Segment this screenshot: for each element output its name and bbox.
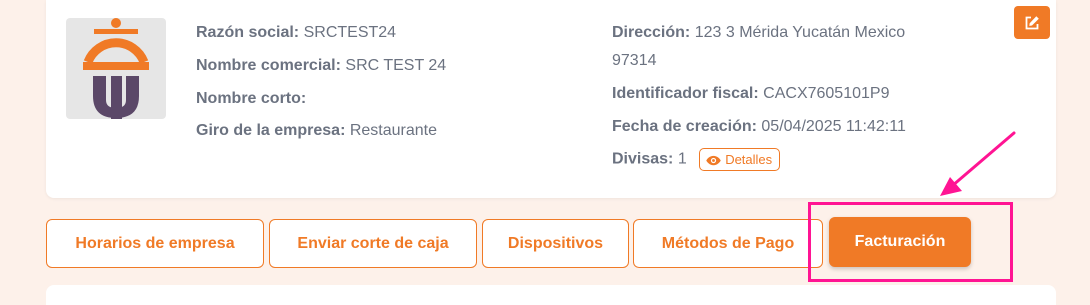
eye-icon: [706, 155, 721, 166]
giro-row: Giro de la empresa: Restaurante: [196, 120, 437, 142]
identificador-fiscal-label: Identificador fiscal:: [612, 85, 759, 102]
giro-label: Giro de la empresa:: [196, 122, 346, 139]
giro-value: Restaurante: [349, 122, 438, 139]
nombre-corto-row: Nombre corto:: [196, 88, 306, 110]
divisas-row: Divisas: 1 Detalles: [612, 148, 781, 171]
razon-social-label: Razón social:: [196, 24, 300, 41]
identificador-fiscal-value: CACX7605101P9: [763, 85, 890, 102]
divisas-label: Divisas:: [612, 150, 674, 168]
divisas-value: 1: [677, 150, 687, 168]
tab-metodos-pago[interactable]: Métodos de Pago: [633, 219, 823, 268]
direccion-row: Dirección: 123 3 Mérida Yucatán Mexico: [612, 22, 905, 44]
nombre-comercial-row: Nombre comercial: SRC TEST 24: [196, 55, 446, 77]
tab-horarios-empresa[interactable]: Horarios de empresa: [46, 219, 264, 268]
company-info-card: Razón social: SRCTEST24 Nombre comercial…: [46, 0, 1056, 198]
fecha-creacion-value: 05/04/2025 11:42:11: [761, 118, 906, 135]
direccion-value: 123 3 Mérida Yucatán Mexico: [694, 24, 906, 41]
edit-button[interactable]: [1014, 6, 1050, 39]
direccion-value-line2: 97314: [612, 52, 657, 69]
annotation-highlight-box: [808, 202, 1013, 282]
fecha-creacion-label: Fecha de creación:: [612, 118, 757, 135]
direccion-label: Dirección:: [612, 24, 691, 41]
razon-social-value: SRCTEST24: [303, 24, 397, 41]
direccion-line2: 97314: [612, 50, 657, 72]
fecha-creacion-row: Fecha de creación: 05/04/2025 11:42:11: [612, 116, 906, 138]
annotation-arrow: [940, 131, 1016, 196]
razon-social-row: Razón social: SRCTEST24: [196, 22, 396, 44]
content-card: [46, 285, 1056, 305]
detalles-label: Detalles: [725, 152, 773, 167]
tab-enviar-corte-caja[interactable]: Enviar corte de caja: [269, 219, 477, 268]
nombre-comercial-value: SRC TEST 24: [345, 57, 447, 74]
nombre-corto-label: Nombre corto:: [196, 90, 307, 107]
identificador-fiscal-row: Identificador fiscal: CACX7605101P9: [612, 83, 889, 105]
company-logo: [66, 18, 166, 119]
nombre-comercial-label: Nombre comercial:: [196, 57, 341, 74]
edit-icon: [1025, 15, 1039, 29]
tab-dispositivos[interactable]: Dispositivos: [482, 219, 629, 268]
detalles-button[interactable]: Detalles: [699, 148, 781, 171]
